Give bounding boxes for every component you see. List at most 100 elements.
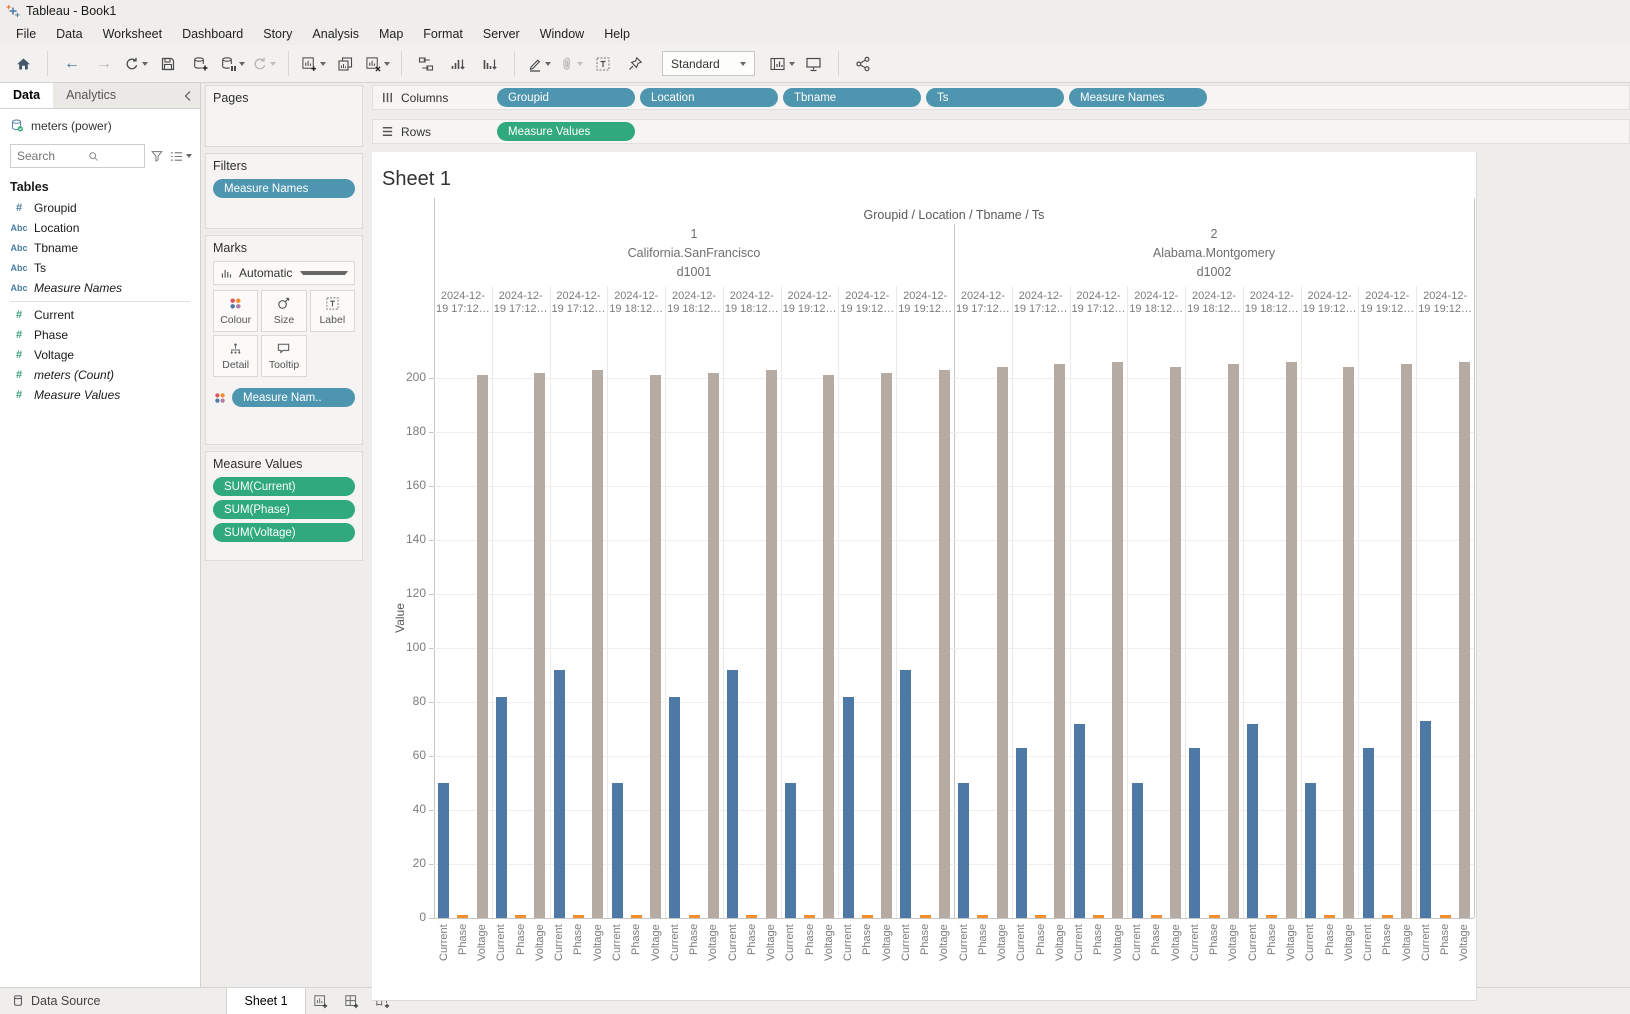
bar-current[interactable] xyxy=(785,783,796,918)
menu-analysis[interactable]: Analysis xyxy=(302,24,369,44)
menu-story[interactable]: Story xyxy=(253,24,302,44)
field-meters-count[interactable]: #meters (Count) xyxy=(0,365,200,385)
field-voltage[interactable]: #Voltage xyxy=(0,345,200,365)
bar-voltage[interactable] xyxy=(1343,367,1354,918)
pause-auto-updates-button[interactable] xyxy=(217,50,247,77)
tab-analytics[interactable]: Analytics xyxy=(53,83,129,108)
bar-current[interactable] xyxy=(438,783,449,918)
fit-selector-dropdown[interactable]: Standard xyxy=(662,51,755,76)
pill-location[interactable]: Location xyxy=(640,88,778,107)
sheet-tab-active[interactable]: Sheet 1 xyxy=(226,988,305,1014)
marks-button-label[interactable]: Label xyxy=(310,290,355,332)
menu-worksheet[interactable]: Worksheet xyxy=(93,24,173,44)
bar-phase[interactable] xyxy=(1266,915,1277,918)
new-dashboard-button[interactable] xyxy=(337,988,368,1014)
menu-help[interactable]: Help xyxy=(594,24,640,44)
bar-phase[interactable] xyxy=(804,915,815,918)
field-location[interactable]: AbcLocation xyxy=(0,218,200,238)
bar-phase[interactable] xyxy=(631,915,642,918)
marks-button-tooltip[interactable]: Tooltip xyxy=(261,335,306,377)
search-input-box[interactable] xyxy=(10,144,145,168)
field-ts[interactable]: AbcTs xyxy=(0,258,200,278)
pill-ts[interactable]: Ts xyxy=(926,88,1064,107)
menu-data[interactable]: Data xyxy=(46,24,92,44)
bar-phase[interactable] xyxy=(746,915,757,918)
highlight-button[interactable] xyxy=(524,50,554,77)
save-button[interactable] xyxy=(153,50,183,77)
bar-voltage[interactable] xyxy=(939,370,950,918)
pill-sum-phase[interactable]: SUM(Phase) xyxy=(213,500,355,519)
marks-button-size[interactable]: Size xyxy=(261,290,306,332)
bar-voltage[interactable] xyxy=(823,375,834,918)
bar-phase[interactable] xyxy=(689,915,700,918)
collapse-pane-button[interactable] xyxy=(176,83,200,108)
bar-current[interactable] xyxy=(1016,748,1027,918)
menu-format[interactable]: Format xyxy=(413,24,473,44)
filter-fields-icon[interactable] xyxy=(150,149,164,163)
bar-current[interactable] xyxy=(612,783,623,918)
sort-descending-button[interactable] xyxy=(475,50,505,77)
bar-voltage[interactable] xyxy=(1112,362,1123,918)
bar-phase[interactable] xyxy=(1382,915,1393,918)
bar-phase[interactable] xyxy=(977,915,988,918)
field-measure-values[interactable]: #Measure Values xyxy=(0,385,200,405)
show-mark-labels-button[interactable] xyxy=(588,50,618,77)
tab-data[interactable]: Data xyxy=(0,83,53,108)
search-input[interactable] xyxy=(15,148,87,164)
bar-current[interactable] xyxy=(1189,748,1200,918)
pill-sum-current[interactable]: SUM(Current) xyxy=(213,477,355,496)
pill-measure-values[interactable]: Measure Values xyxy=(497,122,635,141)
bar-current[interactable] xyxy=(727,670,738,918)
menu-server[interactable]: Server xyxy=(473,24,530,44)
presentation-mode-button[interactable] xyxy=(799,50,829,77)
bar-voltage[interactable] xyxy=(477,375,488,918)
pill-sum-voltage[interactable]: SUM(Voltage) xyxy=(213,523,355,542)
menu-dashboard[interactable]: Dashboard xyxy=(172,24,253,44)
bar-phase[interactable] xyxy=(1209,915,1220,918)
bar-phase[interactable] xyxy=(515,915,526,918)
menu-file[interactable]: File xyxy=(6,24,46,44)
bar-voltage[interactable] xyxy=(1459,362,1470,918)
marks-button-colour[interactable]: Colour xyxy=(213,290,258,332)
bar-voltage[interactable] xyxy=(708,373,719,918)
undo-button[interactable]: ← xyxy=(57,50,87,77)
bar-phase[interactable] xyxy=(1440,915,1451,918)
show-cards-button[interactable] xyxy=(767,50,797,77)
bar-current[interactable] xyxy=(1420,721,1431,918)
bar-current[interactable] xyxy=(669,697,680,918)
datasource-row[interactable]: meters (power) xyxy=(0,109,200,140)
view-options-icon[interactable] xyxy=(169,150,192,163)
data-source-tab[interactable]: Data Source xyxy=(0,988,128,1014)
bar-phase[interactable] xyxy=(920,915,931,918)
group-members-button[interactable] xyxy=(556,50,586,77)
bar-voltage[interactable] xyxy=(1170,367,1181,918)
pill-groupid[interactable]: Groupid xyxy=(497,88,635,107)
bar-phase[interactable] xyxy=(573,915,584,918)
field-measure-names[interactable]: AbcMeasure Names xyxy=(0,278,200,298)
sort-ascending-button[interactable] xyxy=(443,50,473,77)
bar-phase[interactable] xyxy=(1151,915,1162,918)
bar-current[interactable] xyxy=(1074,724,1085,918)
menu-map[interactable]: Map xyxy=(369,24,413,44)
bar-phase[interactable] xyxy=(1093,915,1104,918)
replay-button[interactable] xyxy=(121,50,151,77)
run-auto-updates-button[interactable] xyxy=(249,50,279,77)
new-worksheet-button[interactable] xyxy=(306,988,337,1014)
menu-window[interactable]: Window xyxy=(530,24,594,44)
bar-voltage[interactable] xyxy=(1286,362,1297,918)
duplicate-sheet-button[interactable] xyxy=(330,50,360,77)
home-button[interactable] xyxy=(8,50,38,77)
share-button[interactable] xyxy=(848,50,878,77)
bar-phase[interactable] xyxy=(1035,915,1046,918)
bar-voltage[interactable] xyxy=(766,370,777,918)
clear-sheet-button[interactable] xyxy=(362,50,392,77)
pill-measure-names[interactable]: Measure Names xyxy=(213,179,355,198)
bar-voltage[interactable] xyxy=(997,367,1008,918)
bar-current[interactable] xyxy=(900,670,911,918)
field-phase[interactable]: #Phase xyxy=(0,325,200,345)
bar-current[interactable] xyxy=(1305,783,1316,918)
bar-voltage[interactable] xyxy=(650,375,661,918)
field-tbname[interactable]: AbcTbname xyxy=(0,238,200,258)
field-current[interactable]: #Current xyxy=(0,305,200,325)
bar-voltage[interactable] xyxy=(1401,364,1412,918)
